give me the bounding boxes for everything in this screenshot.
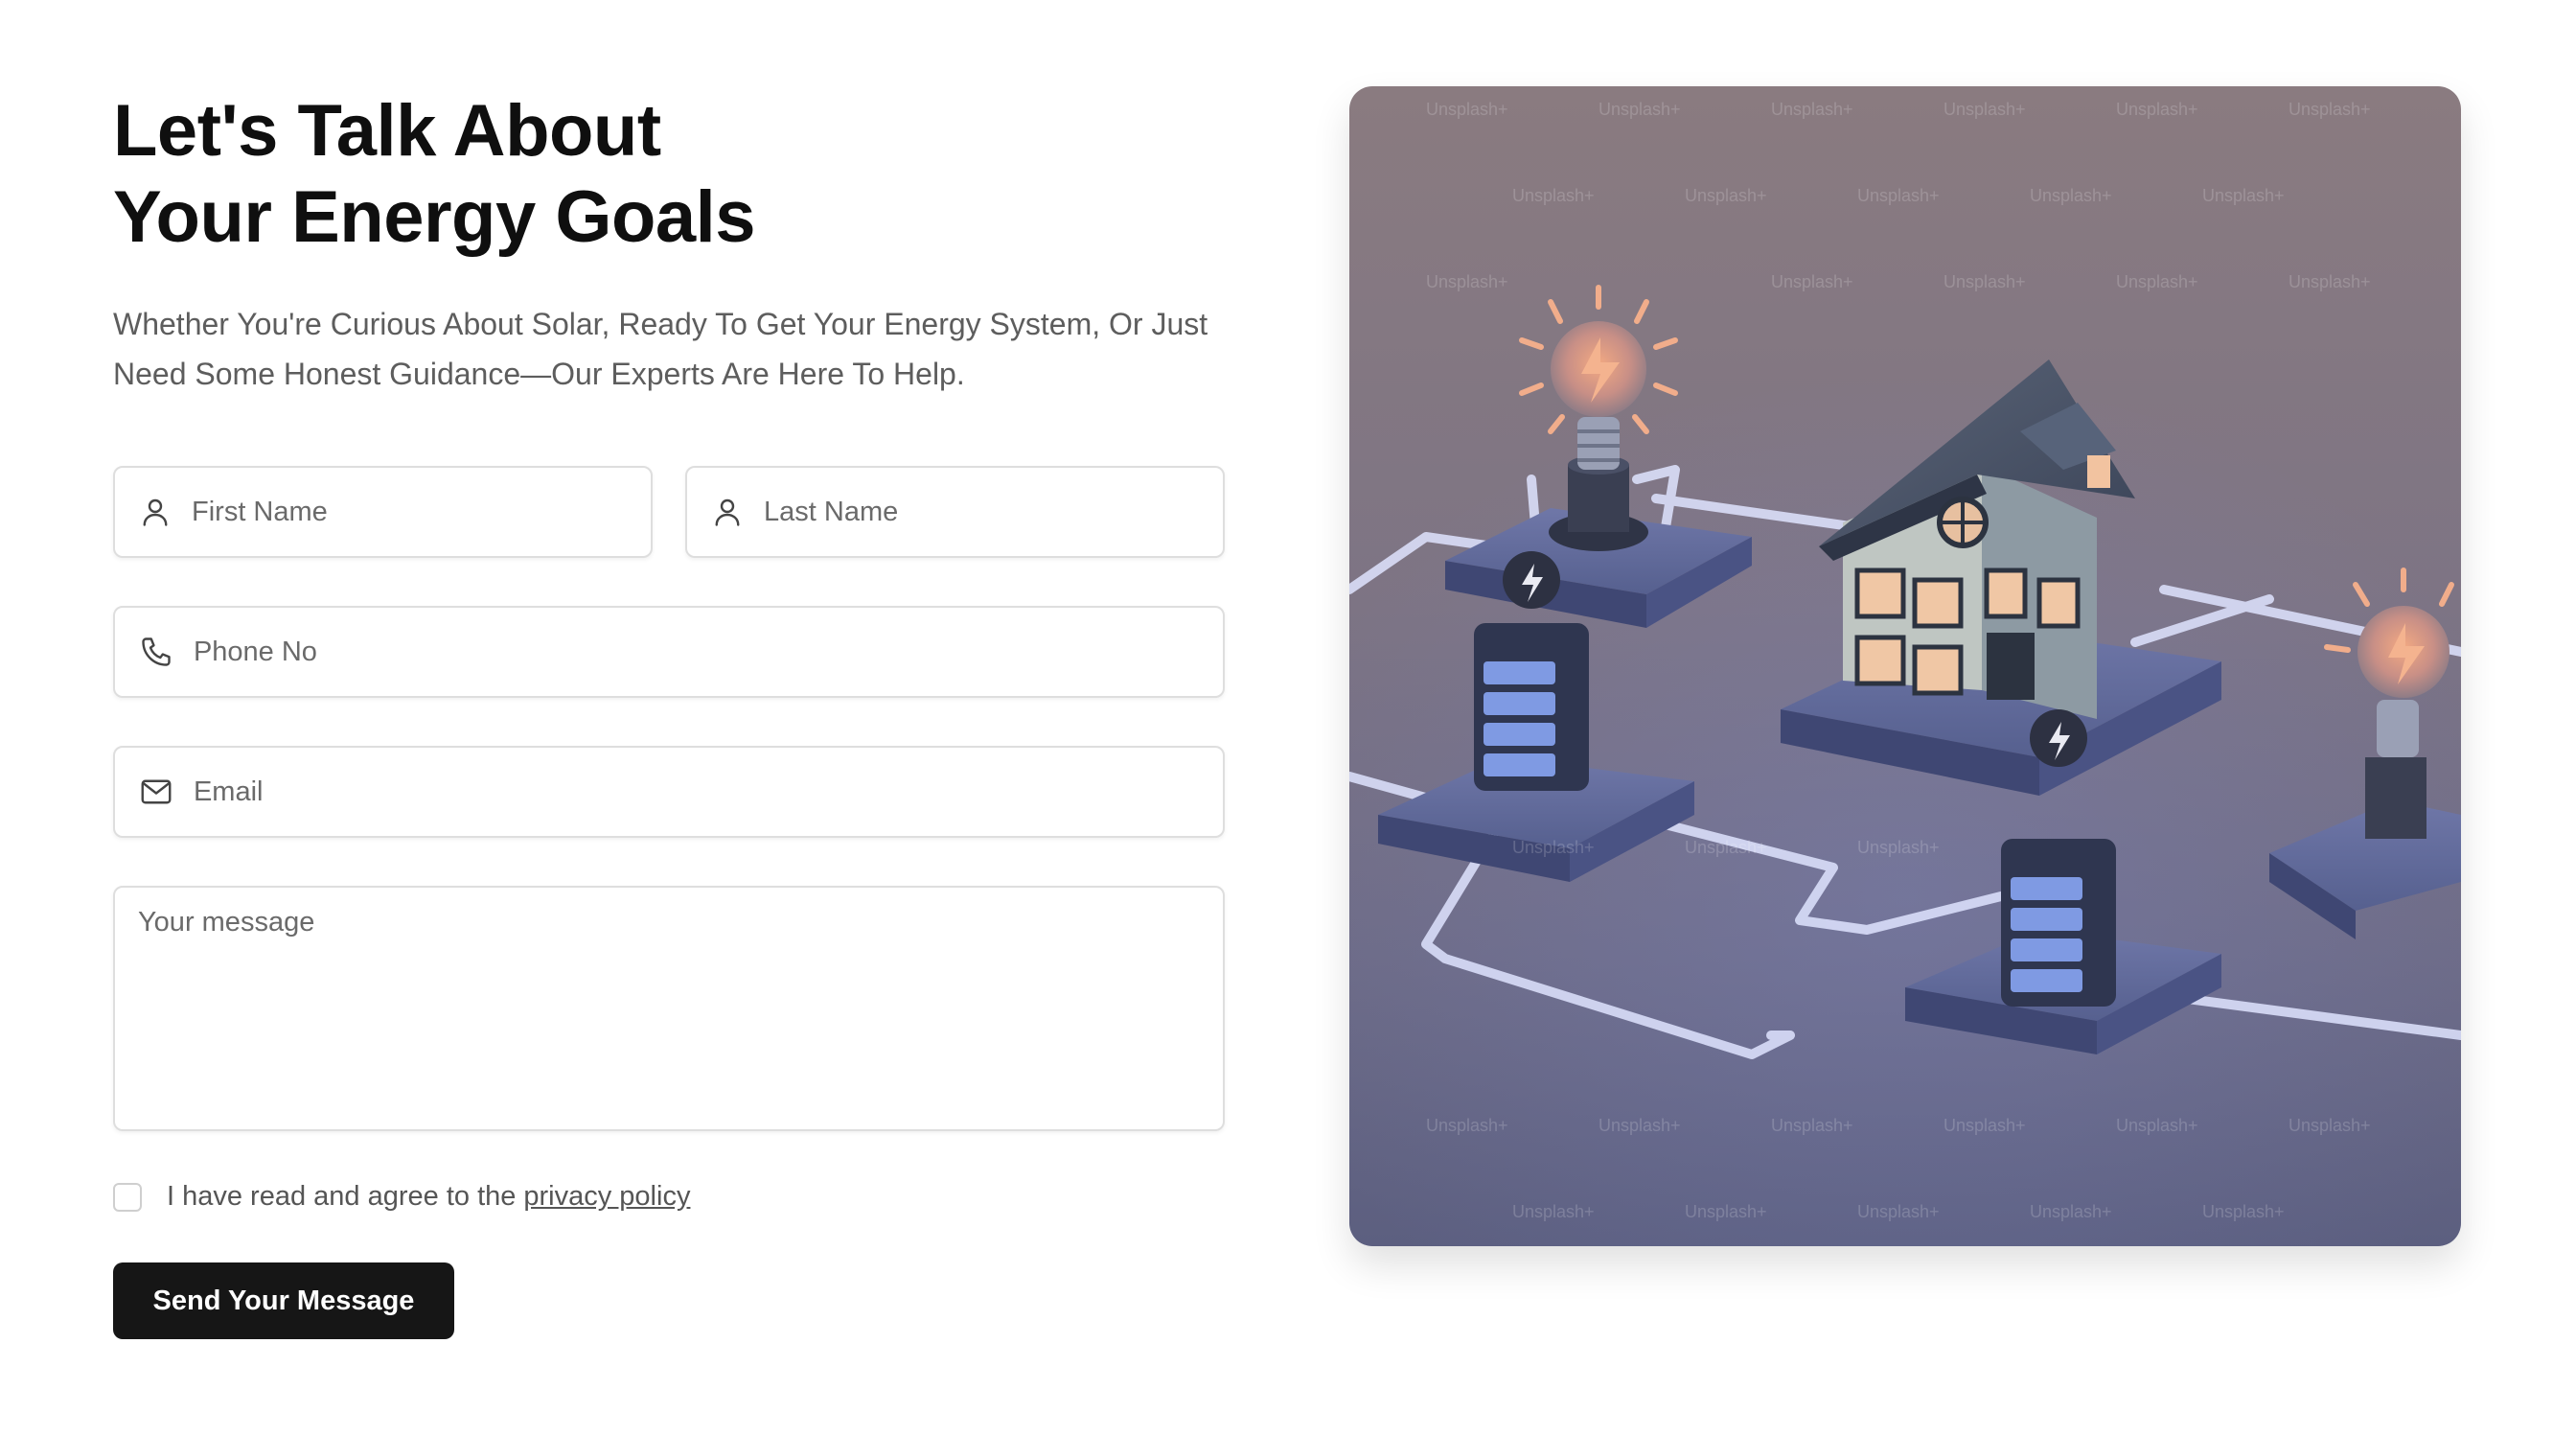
svg-text:Unsplash+: Unsplash+ [2202, 1202, 2285, 1221]
user-icon [710, 493, 745, 531]
svg-text:Unsplash+: Unsplash+ [1685, 1202, 1767, 1221]
svg-text:Unsplash+: Unsplash+ [1426, 272, 1508, 291]
svg-text:Unsplash+: Unsplash+ [1598, 1116, 1681, 1135]
privacy-consent: I have read and agree to the privacy pol… [113, 1181, 1225, 1213]
svg-text:Unsplash+: Unsplash+ [1771, 272, 1853, 291]
energy-house-illustration: Unsplash+ Unsplash+ Unsplash+ Unsplash+ … [1349, 86, 2461, 1246]
email-input[interactable] [193, 763, 1223, 821]
svg-text:Unsplash+: Unsplash+ [1426, 1116, 1508, 1135]
privacy-policy-link[interactable]: privacy policy [523, 1181, 690, 1213]
svg-text:Unsplash+: Unsplash+ [2116, 1116, 2198, 1135]
svg-text:Unsplash+: Unsplash+ [1857, 838, 1940, 857]
phone-field[interactable] [113, 606, 1225, 698]
svg-text:Unsplash+: Unsplash+ [1685, 838, 1767, 857]
svg-text:Unsplash+: Unsplash+ [1944, 100, 2026, 119]
mail-icon [138, 773, 174, 811]
user-icon [138, 493, 172, 531]
title-line-1: Let's Talk About [113, 90, 661, 172]
svg-text:Unsplash+: Unsplash+ [1426, 100, 1508, 119]
energy-scene-svg: Unsplash+ Unsplash+ Unsplash+ Unsplash+ … [1349, 100, 2461, 1246]
svg-text:Unsplash+: Unsplash+ [1512, 186, 1595, 205]
phone-icon [138, 633, 174, 671]
svg-text:Unsplash+: Unsplash+ [1598, 100, 1681, 119]
svg-text:Unsplash+: Unsplash+ [1857, 186, 1940, 205]
first-name-input[interactable] [192, 483, 651, 541]
svg-text:Unsplash+: Unsplash+ [2288, 272, 2371, 291]
consent-text: I have read and agree to the [167, 1181, 517, 1212]
svg-text:Unsplash+: Unsplash+ [1685, 186, 1767, 205]
svg-text:Unsplash+: Unsplash+ [1512, 1202, 1595, 1221]
message-field[interactable] [113, 886, 1225, 1131]
svg-text:Unsplash+: Unsplash+ [1512, 838, 1595, 857]
last-name-field[interactable] [685, 466, 1225, 558]
svg-text:Unsplash+: Unsplash+ [2030, 186, 2112, 205]
title-line-2: Your Energy Goals [113, 176, 756, 258]
svg-text:Unsplash+: Unsplash+ [1771, 1116, 1853, 1135]
svg-text:Unsplash+: Unsplash+ [2202, 186, 2285, 205]
svg-text:Unsplash+: Unsplash+ [2288, 100, 2371, 119]
last-name-input[interactable] [764, 483, 1223, 541]
svg-text:Unsplash+: Unsplash+ [2288, 1116, 2371, 1135]
svg-text:Unsplash+: Unsplash+ [2116, 272, 2198, 291]
email-field[interactable] [113, 746, 1225, 838]
svg-text:Unsplash+: Unsplash+ [1944, 1116, 2026, 1135]
contact-page: Let's Talk About Your Energy Goals Wheth… [0, 0, 2576, 1436]
first-name-field[interactable] [113, 466, 653, 558]
svg-text:Unsplash+: Unsplash+ [1944, 272, 2026, 291]
name-row [113, 466, 1225, 558]
svg-text:Unsplash+: Unsplash+ [1857, 1202, 1940, 1221]
page-title: Let's Talk About Your Energy Goals [113, 88, 1225, 261]
send-message-button[interactable]: Send Your Message [113, 1262, 454, 1339]
svg-text:Unsplash+: Unsplash+ [1771, 100, 1853, 119]
svg-text:Unsplash+: Unsplash+ [2116, 100, 2198, 119]
message-textarea[interactable] [138, 907, 1200, 1110]
contact-form-section: Let's Talk About Your Energy Goals Wheth… [113, 88, 1225, 1339]
page-subtitle: Whether You're Curious About Solar, Read… [113, 307, 1208, 391]
phone-input[interactable] [193, 623, 1223, 681]
privacy-checkbox[interactable] [113, 1182, 142, 1212]
svg-text:Unsplash+: Unsplash+ [2030, 1202, 2112, 1221]
